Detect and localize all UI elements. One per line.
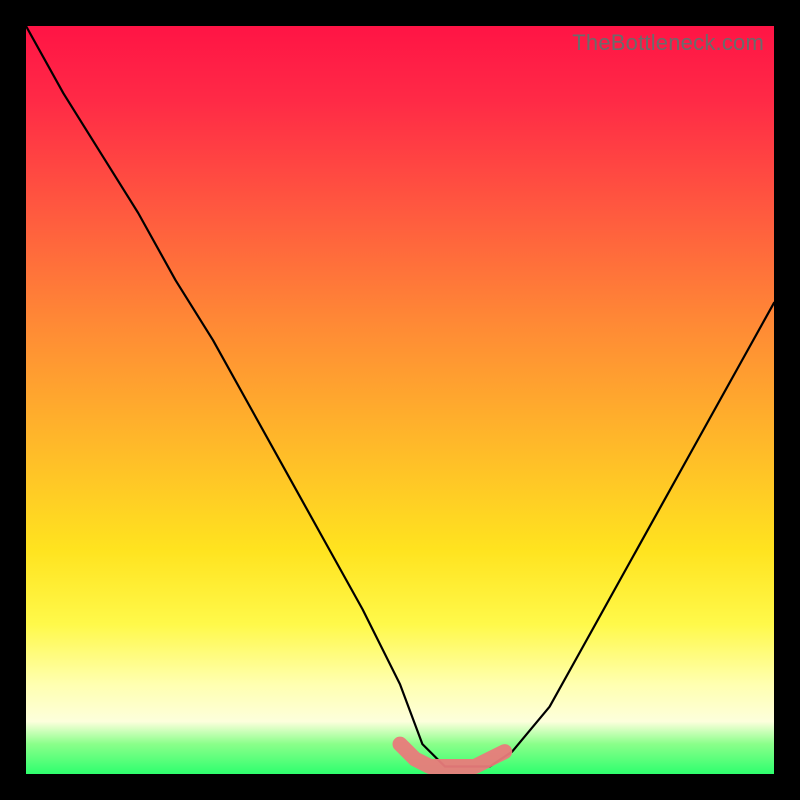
chart-svg — [26, 26, 774, 774]
chart-plot-area: TheBottleneck.com — [26, 26, 774, 774]
pink-highlight-path — [400, 744, 505, 766]
watermark-text: TheBottleneck.com — [572, 30, 764, 56]
black-curve-path — [26, 26, 774, 767]
chart-frame: TheBottleneck.com — [0, 0, 800, 800]
